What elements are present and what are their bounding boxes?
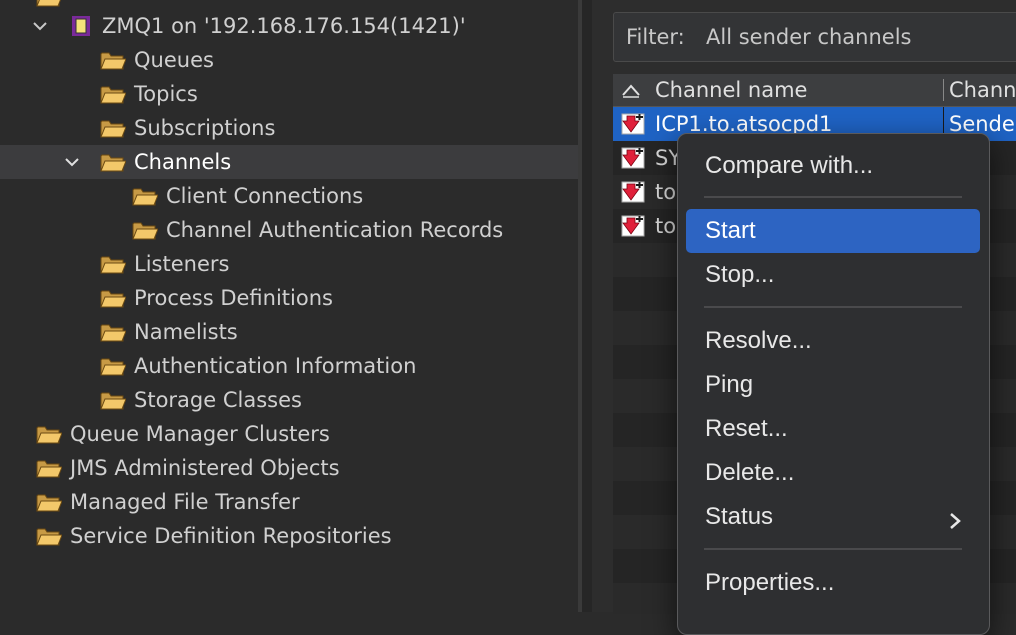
tree-item-label: Listeners	[134, 252, 230, 276]
tree-item-process-definitions[interactable]: Process Definitions	[0, 281, 578, 315]
menu-item-reset[interactable]: Reset...	[686, 407, 980, 451]
menu-item-label: Stop...	[705, 261, 775, 288]
tree-item-label: Channels	[134, 150, 232, 174]
folder-icon	[36, 0, 62, 8]
channel-name: to	[655, 214, 677, 238]
folder-icon	[36, 423, 62, 445]
menu-item-label: Ping	[705, 371, 754, 398]
folder-icon	[36, 457, 62, 479]
pane-splitter[interactable]	[578, 0, 592, 612]
tree-item-label: Topics	[134, 82, 198, 106]
tree-item-service-definition-repositories[interactable]: Service Definition Repositories	[0, 519, 578, 553]
menu-item-compare-with[interactable]: Compare with...	[686, 144, 980, 188]
menu-item-properties[interactable]: Properties...	[686, 561, 980, 605]
folder-icon	[100, 49, 126, 71]
tree-item-label: Namelists	[134, 320, 238, 344]
tree-item-label: Queues	[134, 48, 214, 72]
sender-channel-icon	[621, 147, 645, 169]
folder-icon	[100, 321, 126, 343]
tree-item-namelists[interactable]: Namelists	[0, 315, 578, 349]
sort-ascending-icon[interactable]	[621, 80, 641, 98]
menu-item-stop[interactable]: Stop...	[686, 253, 980, 297]
folder-icon	[100, 287, 126, 309]
menu-separator	[704, 548, 962, 550]
tree-item-storage-classes[interactable]: Storage Classes	[0, 383, 578, 417]
queue-manager-icon	[70, 15, 96, 37]
tree-item-label: JMS Administered Objects	[70, 456, 340, 480]
column-divider[interactable]	[943, 79, 944, 101]
menu-item-label: Status	[705, 503, 774, 530]
channel-name: to	[655, 180, 677, 204]
menu-item-label: Compare with...	[705, 152, 874, 179]
menu-item-label: Resolve...	[705, 327, 812, 354]
column-header-channel-type[interactable]: Chann	[949, 78, 1016, 102]
tree-item-authentication-information[interactable]: Authentication Information	[0, 349, 578, 383]
tree-item-listeners[interactable]: Listeners	[0, 247, 578, 281]
menu-separator	[704, 196, 962, 198]
tree-item-subscriptions[interactable]: Subscriptions	[0, 111, 578, 145]
menu-item-resolve[interactable]: Resolve...	[686, 319, 980, 363]
menu-item-start[interactable]: Start	[686, 209, 980, 253]
tree-item-client-connections[interactable]: Client Connections	[0, 179, 578, 213]
tree-item-managed-file-transfer[interactable]: Managed File Transfer	[0, 485, 578, 519]
tree-item-queue-manager-clusters[interactable]: Queue Manager Clusters	[0, 417, 578, 451]
tree-item-label: Subscriptions	[134, 116, 276, 140]
filter-bar[interactable]: Filter: All sender channels	[613, 12, 1016, 62]
tree-item-topics[interactable]: Topics	[0, 77, 578, 111]
menu-item-delete[interactable]: Delete...	[686, 451, 980, 495]
tree-row-queue-manager[interactable]: ZMQ1 on '192.168.176.154(1421)'	[0, 9, 578, 43]
chevron-down-icon[interactable]	[62, 152, 82, 172]
menu-item-status[interactable]: Status	[686, 495, 980, 539]
filter-value[interactable]: All sender channels	[706, 25, 911, 49]
sender-channel-icon	[621, 181, 645, 203]
tree-item-label: Service Definition Repositories	[70, 524, 392, 548]
folder-icon	[100, 253, 126, 275]
chevron-right-icon	[948, 509, 962, 529]
folder-open-icon	[100, 151, 126, 173]
menu-item-label: Start	[705, 217, 756, 244]
context-menu: Compare with... Start Stop... Resolve...…	[677, 133, 990, 635]
folder-icon	[132, 185, 158, 207]
tree-item-label: Channel Authentication Records	[166, 218, 504, 242]
tree-item-jms-administered-objects[interactable]: JMS Administered Objects	[0, 451, 578, 485]
tree-item-channel-auth-records[interactable]: Channel Authentication Records	[0, 213, 578, 247]
tree-item-label: Storage Classes	[134, 388, 302, 412]
navigator-tree: ZMQ1 on '192.168.176.154(1421)' Queues T…	[0, 0, 578, 612]
folder-icon	[36, 525, 62, 547]
table-header: Channel name Chann	[613, 74, 1016, 107]
tree-item-label: Managed File Transfer	[70, 490, 300, 514]
filter-label: Filter:	[626, 25, 685, 49]
folder-icon	[100, 389, 126, 411]
chevron-down-icon[interactable]	[30, 16, 50, 36]
folder-icon	[36, 491, 62, 513]
menu-item-label: Reset...	[705, 415, 788, 442]
menu-item-label: Properties...	[705, 569, 835, 596]
tree-item-label: Client Connections	[166, 184, 364, 208]
tree-item-channels[interactable]: Channels	[0, 145, 578, 179]
menu-separator	[704, 306, 962, 308]
tree-item-queues[interactable]: Queues	[0, 43, 578, 77]
sender-channel-icon	[621, 113, 645, 135]
tree-item-label: Process Definitions	[134, 286, 333, 310]
tree-item-label: Authentication Information	[134, 354, 417, 378]
column-header-channel-name[interactable]: Channel name	[655, 78, 807, 102]
tree-item-label: Queue Manager Clusters	[70, 422, 330, 446]
folder-icon	[100, 117, 126, 139]
sender-channel-icon	[621, 215, 645, 237]
folder-icon	[100, 83, 126, 105]
folder-icon	[100, 355, 126, 377]
folder-icon	[132, 219, 158, 241]
queue-manager-label: ZMQ1 on '192.168.176.154(1421)'	[102, 14, 466, 38]
menu-item-label: Delete...	[705, 459, 795, 486]
menu-item-ping[interactable]: Ping	[686, 363, 980, 407]
